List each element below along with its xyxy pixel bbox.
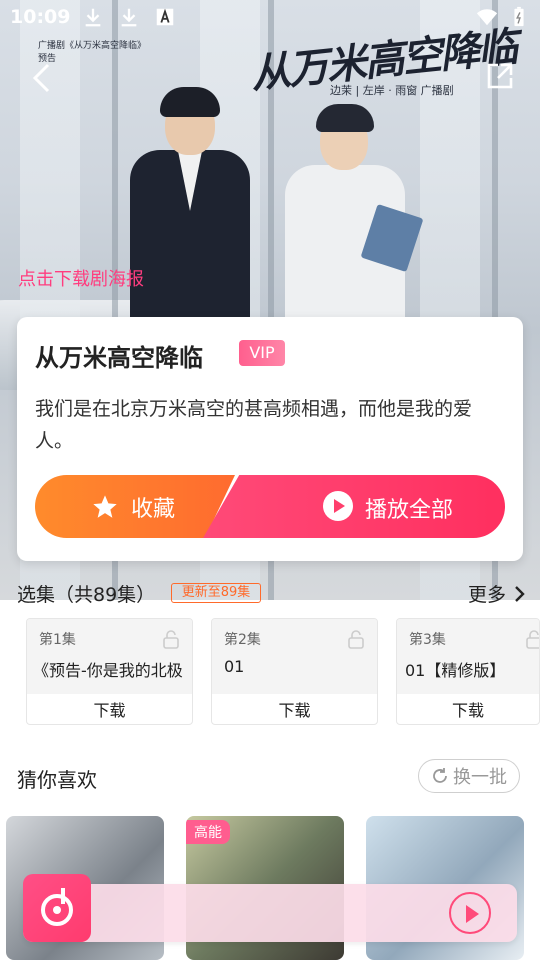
star-icon — [93, 495, 117, 518]
episode-title: 01【精修版】 — [405, 661, 506, 680]
episode-number: 第3集 — [409, 632, 446, 648]
episode-title: 01 — [224, 657, 245, 676]
refresh-button[interactable]: 换一批 — [418, 759, 520, 793]
episode-download-button[interactable]: 下载 — [27, 697, 192, 721]
episode-number: 第1集 — [39, 632, 76, 648]
more-episodes-link[interactable]: 更多 — [468, 580, 526, 607]
drama-title: 从万米高空降临 — [35, 344, 203, 372]
player-app-icon[interactable] — [23, 874, 91, 942]
status-system-icons — [476, 6, 530, 28]
vip-badge: VIP — [239, 340, 285, 366]
favorite-button[interactable]: 收藏 — [35, 475, 235, 538]
poster-credits: 边茉 | 左岸 · 雨窗 广播剧 — [330, 84, 454, 97]
share-icon[interactable] — [486, 62, 514, 90]
episode-download-button[interactable]: 下载 — [212, 697, 377, 721]
more-label: 更多 — [467, 584, 506, 606]
chevron-right-icon — [515, 585, 525, 602]
episode-card[interactable]: 第1集 《预告-你是我的北极 下载 — [26, 618, 193, 725]
episode-section-title: 选集（共89集） — [17, 584, 156, 606]
player-play-icon[interactable] — [449, 892, 491, 934]
episode-download-button[interactable]: 下载 — [397, 697, 539, 721]
refresh-icon — [433, 768, 447, 783]
drama-info-card: 从万米高空降临 VIP 我们是在北京万米高空的甚高频相遇，而他是我的爱人。 收藏… — [17, 317, 523, 561]
play-all-label: 播放全部 — [365, 498, 454, 523]
status-notification-icons — [82, 6, 176, 28]
wifi-icon — [476, 9, 498, 26]
unlock-icon — [163, 630, 179, 649]
unlock-icon — [526, 630, 539, 649]
action-buttons: 收藏 播放全部 — [35, 475, 505, 538]
download-icon — [121, 8, 137, 27]
play-circle-icon — [323, 491, 353, 521]
back-arrow-icon[interactable] — [28, 62, 56, 94]
update-badge: 更新至89集 — [171, 583, 261, 603]
music-note-icon — [41, 888, 73, 926]
refresh-label: 换一批 — [453, 767, 507, 788]
drama-description: 我们是在北京万米高空的甚高频相遇，而他是我的爱人。 — [35, 398, 473, 452]
battery-icon — [514, 6, 524, 27]
download-poster-link[interactable]: 点击下载剧海报 — [18, 265, 144, 291]
episode-card[interactable]: 第3集 01【精修版】 下载 — [396, 618, 540, 725]
episode-title: 《预告-你是我的北极 — [33, 661, 183, 680]
download-icon — [85, 8, 101, 27]
episode-number: 第2集 — [224, 632, 261, 648]
mini-player[interactable] — [23, 874, 517, 942]
recommend-badge: 高能 — [186, 820, 230, 844]
unlock-icon — [348, 630, 364, 649]
favorite-label: 收藏 — [131, 496, 176, 522]
a-notification-icon — [156, 8, 174, 26]
status-time: 10:09 — [10, 6, 71, 28]
episode-list: 第1集 《预告-你是我的北极 下载 第2集 01 下载 第3集 01【精修版】 … — [26, 618, 540, 725]
episode-card[interactable]: 第2集 01 下载 — [211, 618, 378, 725]
play-all-button[interactable]: 播放全部 — [203, 475, 505, 538]
recommend-section-title: 猜你喜欢 — [17, 768, 97, 792]
